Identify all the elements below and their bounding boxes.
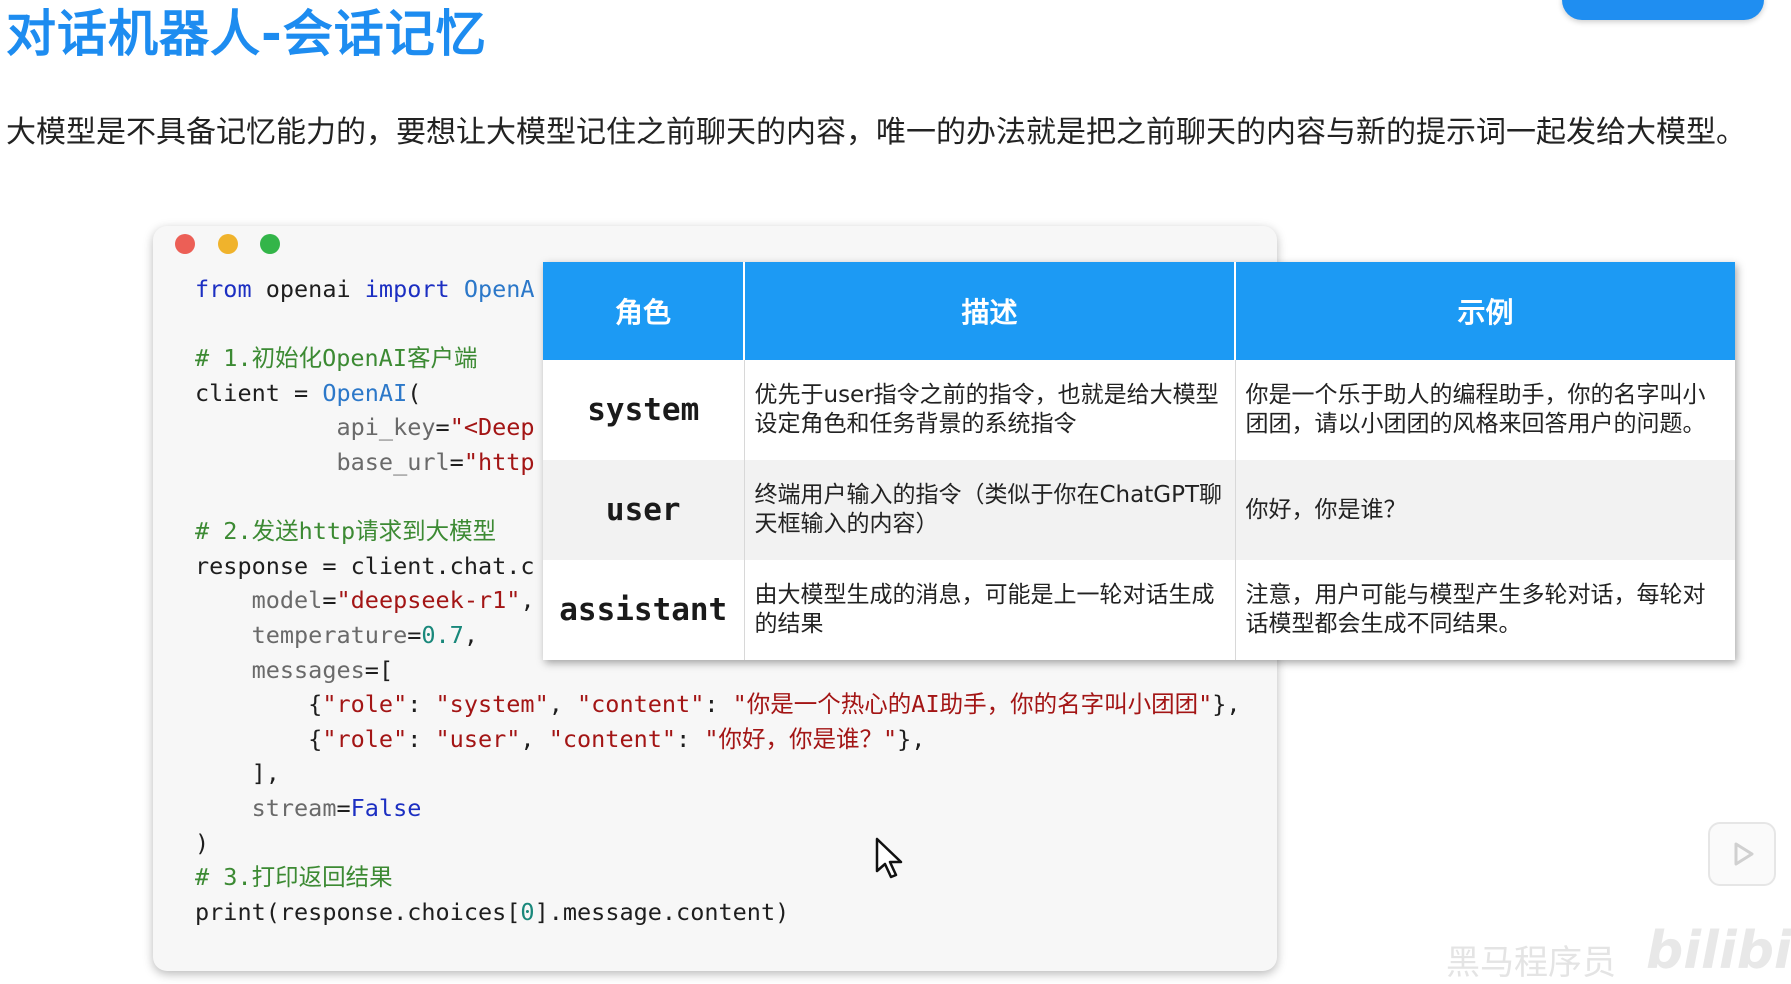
code-token: response = client.chat.c — [195, 551, 535, 580]
header-description: 描述 — [744, 262, 1236, 360]
play-button[interactable] — [1708, 822, 1776, 886]
code-token: "user" — [435, 724, 521, 753]
play-icon — [1734, 842, 1754, 866]
code-comment: # 2.发送http请求到大模型 — [195, 517, 497, 546]
code-token: "http — [463, 447, 535, 476]
intro-paragraph: 大模型是不具备记忆能力的，要想让大模型记住之前聊天的内容，唯一的办法就是把之前聊… — [6, 115, 1746, 150]
code-comment: # 1.初始化OpenAI客户端 — [195, 344, 478, 373]
code-token: "role" — [322, 690, 408, 719]
code-token: "deepseek-r1" — [336, 586, 521, 615]
example-cell: 注意，用户可能与模型产生多轮对话，每轮对话模型都会生成不同结果。 — [1245, 582, 1706, 637]
code-token: openai — [251, 275, 365, 303]
code-token: 0.7 — [421, 620, 464, 649]
code-token: messages — [251, 655, 365, 684]
code-token: OpenA — [449, 275, 535, 303]
code-token: "content" — [577, 690, 705, 719]
code-token: [ — [378, 655, 394, 684]
code-token: base_url — [336, 447, 450, 476]
code-token: False — [350, 793, 422, 822]
bilibili-logo: bilibili — [1646, 921, 1791, 981]
traffic-light-zoom-icon[interactable] — [260, 234, 280, 254]
code-token: ( — [407, 378, 422, 407]
description-cell: 由大模型生成的消息，可能是上一轮对话生成的结果 — [744, 560, 1236, 660]
code-token: 0 — [520, 897, 535, 926]
role-cell: user — [543, 460, 745, 560]
example-cell: 你好，你是谁？ — [1235, 460, 1735, 560]
code-token: ], — [251, 759, 280, 788]
code-token: import — [364, 275, 450, 303]
table-row: user 终端用户输入的指令（类似于你在ChatGPT聊天框输入的内容） 你好，… — [543, 460, 1735, 560]
top-action-button[interactable] — [1562, 0, 1764, 20]
table-row: system 优先于user指令之前的指令，也就是给大模型设定角色和任务背景的系… — [543, 360, 1735, 460]
code-token: model — [251, 586, 323, 615]
code-token: "<Deep — [449, 413, 535, 442]
role-cell: assistant — [543, 560, 745, 660]
table-header-row: 角色 描述 示例 — [543, 262, 1735, 360]
code-token: "你是一个热心的AI助手，你的名字叫小团团" — [732, 690, 1213, 719]
code-token: "system" — [435, 690, 549, 719]
code-token: stream — [251, 793, 337, 822]
code-token: OpenAI — [322, 378, 408, 407]
header-example: 示例 — [1235, 262, 1735, 360]
example-cell: 你是一个乐于助人的编程助手，你的名字叫小团团，请以小团团的风格来回答用户的问题。 — [1245, 382, 1706, 437]
code-comment: # 3.打印返回结果 — [195, 863, 393, 892]
code-token: client = — [195, 378, 323, 407]
code-token: api_key — [336, 413, 436, 442]
code-token: "role" — [322, 724, 408, 753]
watermark-text: 黑马程序员 — [1446, 943, 1616, 983]
header-role: 角色 — [543, 262, 745, 360]
mouse-cursor-icon — [875, 837, 903, 879]
code-token: "content" — [548, 724, 677, 753]
code-token: "你好，你是谁？" — [704, 724, 898, 753]
code-token: ) — [195, 828, 210, 857]
traffic-light-minimize-icon[interactable] — [218, 234, 238, 254]
code-token: from — [195, 275, 252, 303]
role-table: 角色 描述 示例 system 优先于user指令之前的指令，也就是给大模型设定… — [543, 262, 1735, 660]
code-token: temperature — [251, 620, 408, 649]
table-row: assistant 由大模型生成的消息，可能是上一轮对话生成的结果 注意，用户可… — [543, 560, 1735, 660]
description-cell: 优先于user指令之前的指令，也就是给大模型设定角色和任务背景的系统指令 — [744, 360, 1236, 460]
traffic-light-close-icon[interactable] — [175, 234, 195, 254]
code-token: print(response.choices[ — [195, 897, 521, 926]
code-token: ].message.content) — [534, 897, 790, 926]
description-cell: 终端用户输入的指令（类似于你在ChatGPT聊天框输入的内容） — [744, 460, 1236, 560]
page-title: 对话机器人-会话记忆 — [6, 5, 487, 63]
role-cell: system — [543, 360, 745, 460]
